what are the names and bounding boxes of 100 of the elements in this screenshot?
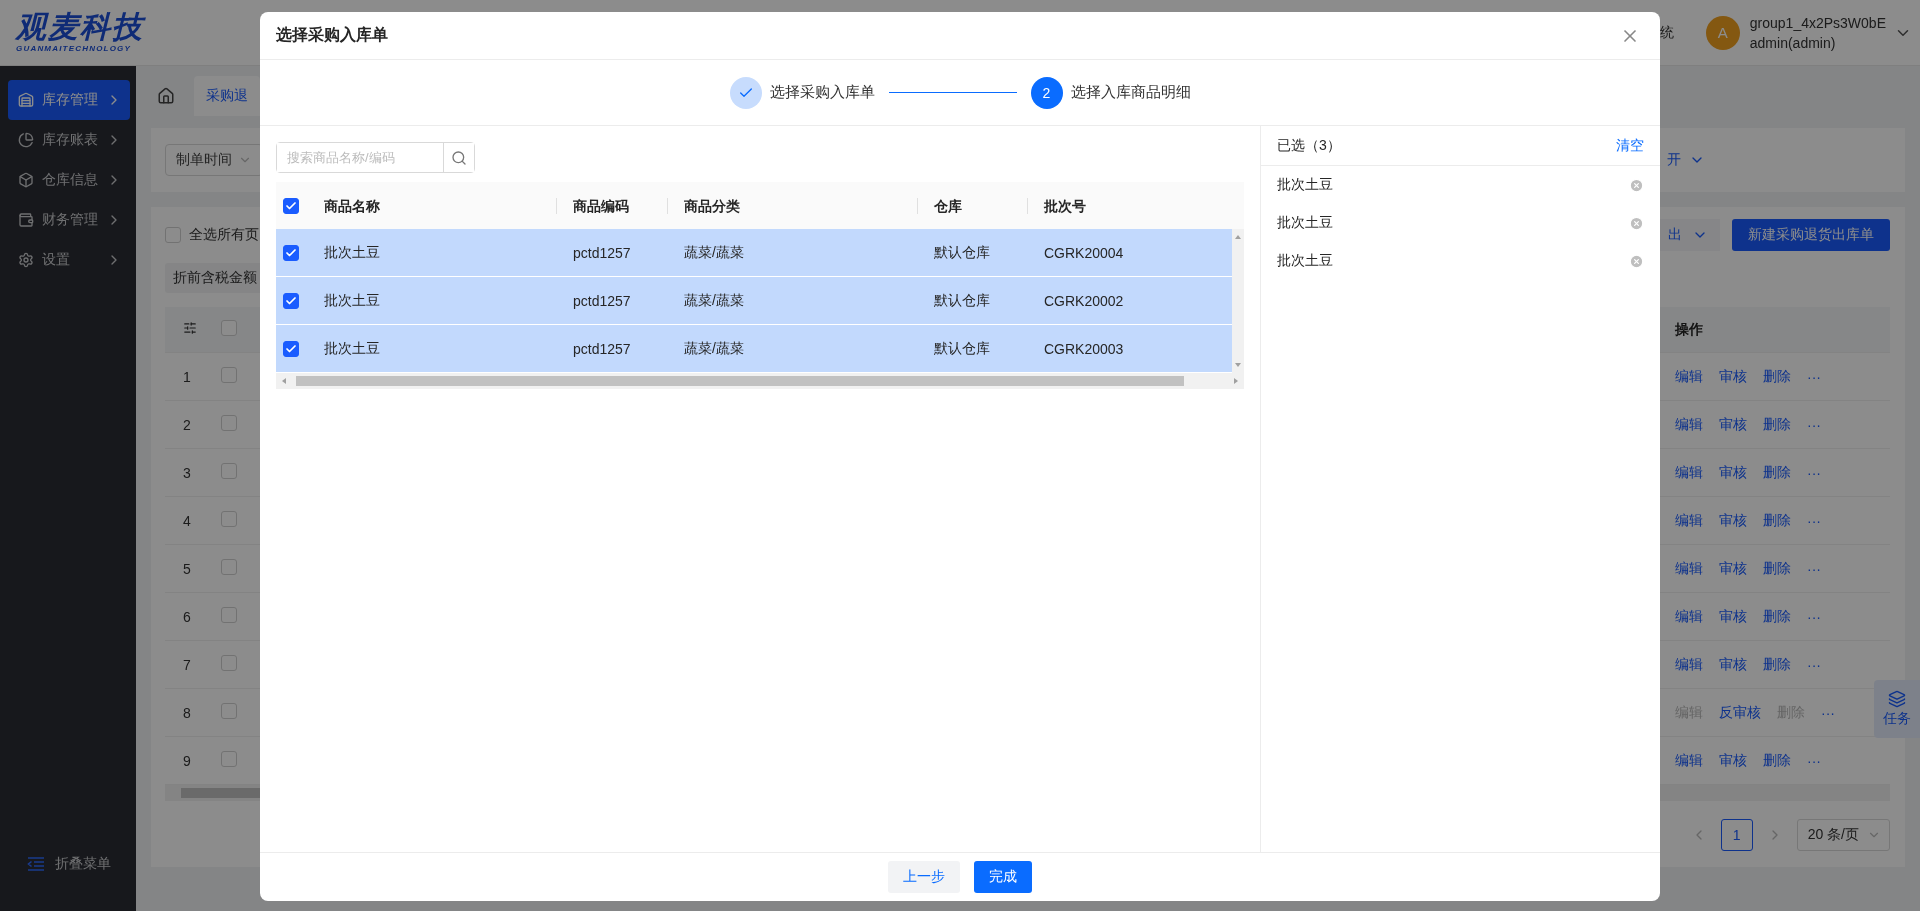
remove-button[interactable] — [1629, 253, 1644, 269]
sidebar-item[interactable]: 仓库信息 — [8, 160, 130, 200]
action-link[interactable]: 编辑 — [1675, 655, 1703, 674]
search-field[interactable]: 搜索商品名称/编码 — [276, 142, 475, 173]
table-cell-text: CGRK20003 — [1043, 340, 1125, 357]
layers-icon — [1888, 690, 1906, 708]
action-link[interactable]: 删除 — [1763, 511, 1791, 530]
action-link[interactable]: 删除 — [1763, 655, 1791, 674]
menu-icon — [18, 92, 34, 108]
remove-button[interactable] — [1629, 177, 1644, 193]
table-cell-text: 默认仓库 — [933, 339, 991, 358]
avatar[interactable]: A — [1705, 15, 1740, 50]
action-link[interactable]: 审核 — [1719, 463, 1747, 482]
action-link[interactable]: 审核 — [1719, 415, 1747, 434]
action-link[interactable]: 反审核 — [1719, 703, 1761, 722]
system-link[interactable]: 统 — [1659, 23, 1674, 42]
menu-icon — [18, 172, 34, 188]
action-link[interactable]: ··· — [1807, 607, 1821, 626]
action-link[interactable]: 编辑 — [1675, 511, 1703, 530]
column-header: 商品分类 — [667, 197, 917, 214]
menu-icon — [18, 212, 34, 228]
action-link[interactable]: 删除 — [1763, 559, 1791, 578]
row-number: 5 — [182, 560, 192, 577]
action-link[interactable]: ··· — [1807, 463, 1821, 482]
horizontal-scrollbar[interactable] — [276, 373, 1244, 389]
action-link[interactable]: ··· — [1807, 367, 1821, 386]
menu-icon — [18, 132, 34, 148]
new-order-button[interactable]: 新建采购退货出库单 — [1732, 219, 1890, 251]
row-number: 4 — [182, 512, 192, 529]
action-link[interactable]: 删除 — [1763, 607, 1791, 626]
step-label: 选择采购入库单 — [769, 83, 875, 102]
action-link[interactable]: ··· — [1807, 415, 1821, 434]
action-link[interactable]: 审核 — [1719, 511, 1747, 530]
table-cell-text: 批次土豆 — [324, 339, 381, 358]
action-link[interactable]: 编辑 — [1675, 415, 1703, 434]
sidebar-item[interactable]: 库存管理 — [8, 80, 130, 120]
check-icon — [285, 294, 297, 307]
action-link[interactable]: 删除 — [1763, 415, 1791, 434]
action-link[interactable]: 审核 — [1719, 559, 1747, 578]
table-row[interactable]: 批次土豆 pctd1257 蔬菜/蔬菜 默认仓库 CGRK20004 — [276, 229, 1232, 277]
logo-text: 观麦科技 — [16, 12, 144, 42]
column-header: 操作 — [1675, 320, 1704, 339]
row-number: 9 — [182, 752, 192, 769]
action-link[interactable]: ··· — [1807, 511, 1821, 530]
task-button[interactable]: 任务 — [1874, 680, 1920, 738]
checkbox[interactable] — [283, 197, 299, 214]
table-cell-text: 默认仓库 — [933, 243, 991, 262]
column-settings-icon[interactable] — [183, 321, 197, 335]
table-cell-text: pctd1257 — [572, 292, 632, 309]
expand-link[interactable]: 开 — [1667, 151, 1705, 169]
table-cell-text: 蔬菜/蔬菜 — [683, 339, 745, 358]
column-header: 商品编码 — [556, 197, 667, 214]
user-name: group1_4x2Ps3W0bE — [1749, 14, 1886, 31]
sidebar-item[interactable]: 财务管理 — [8, 200, 130, 240]
sidebar-item[interactable]: 设置 — [8, 240, 130, 280]
scroll-arrow-icon[interactable] — [1234, 233, 1242, 241]
table-cell-text: CGRK20004 — [1043, 244, 1125, 261]
action-link[interactable]: ··· — [1807, 655, 1821, 674]
action-link[interactable]: ··· — [1821, 703, 1835, 722]
action-link[interactable]: 审核 — [1719, 655, 1747, 674]
checkbox[interactable] — [283, 292, 299, 309]
action-link[interactable]: 编辑 — [1675, 367, 1703, 386]
menu-icon — [18, 252, 34, 268]
previous-step-button[interactable]: 上一步 — [888, 861, 960, 893]
action-link[interactable]: 删除 — [1763, 463, 1791, 482]
action-link[interactable]: 审核 — [1719, 607, 1747, 626]
table-cell-text: 蔬菜/蔬菜 — [683, 243, 745, 262]
action-link[interactable]: 审核 — [1719, 367, 1747, 386]
action-link[interactable]: 审核 — [1719, 751, 1747, 770]
page-tab[interactable]: 采购退 — [194, 76, 260, 116]
table-cell-text: 批次土豆 — [324, 291, 381, 310]
action-link[interactable]: 编辑 — [1675, 559, 1703, 578]
search-button[interactable] — [443, 143, 474, 172]
checkbox[interactable] — [283, 340, 299, 357]
collapse-icon — [27, 856, 45, 872]
check-icon — [285, 246, 297, 259]
collapse-menu-button[interactable]: 折叠菜单 — [8, 855, 130, 873]
sidebar-item[interactable]: 库存账表 — [8, 120, 130, 160]
page-number[interactable]: 1 — [1720, 819, 1753, 851]
action-link[interactable]: 删除 — [1763, 751, 1791, 770]
action-link[interactable]: ··· — [1807, 751, 1821, 770]
action-link[interactable]: 编辑 — [1675, 463, 1703, 482]
page-size-select[interactable]: 20 条/页 — [1796, 819, 1890, 851]
dialog-title: 选择采购入库单 — [276, 25, 388, 45]
action-link[interactable]: 编辑 — [1675, 751, 1703, 770]
table-cell-text: pctd1257 — [572, 340, 632, 357]
table-row[interactable]: 批次土豆 pctd1257 蔬菜/蔬菜 默认仓库 CGRK20002 — [276, 277, 1232, 325]
action-link[interactable]: 编辑 — [1675, 607, 1703, 626]
row-number: 8 — [182, 704, 192, 721]
scroll-arrow-icon[interactable] — [280, 377, 288, 385]
user-role: admin(admin) — [1749, 34, 1837, 51]
table-row[interactable]: 批次土豆 pctd1257 蔬菜/蔬菜 默认仓库 CGRK20003 — [276, 325, 1232, 373]
action-link[interactable]: 删除 — [1763, 367, 1791, 386]
checkbox[interactable] — [283, 244, 299, 261]
vertical-scrollbar[interactable] — [1232, 229, 1244, 373]
action-link[interactable]: ··· — [1807, 559, 1821, 578]
remove-button[interactable] — [1629, 215, 1644, 231]
table-cell-text: 默认仓库 — [933, 291, 991, 310]
finish-button[interactable]: 完成 — [974, 861, 1032, 893]
clear-link[interactable]: 清空 — [1616, 136, 1644, 155]
